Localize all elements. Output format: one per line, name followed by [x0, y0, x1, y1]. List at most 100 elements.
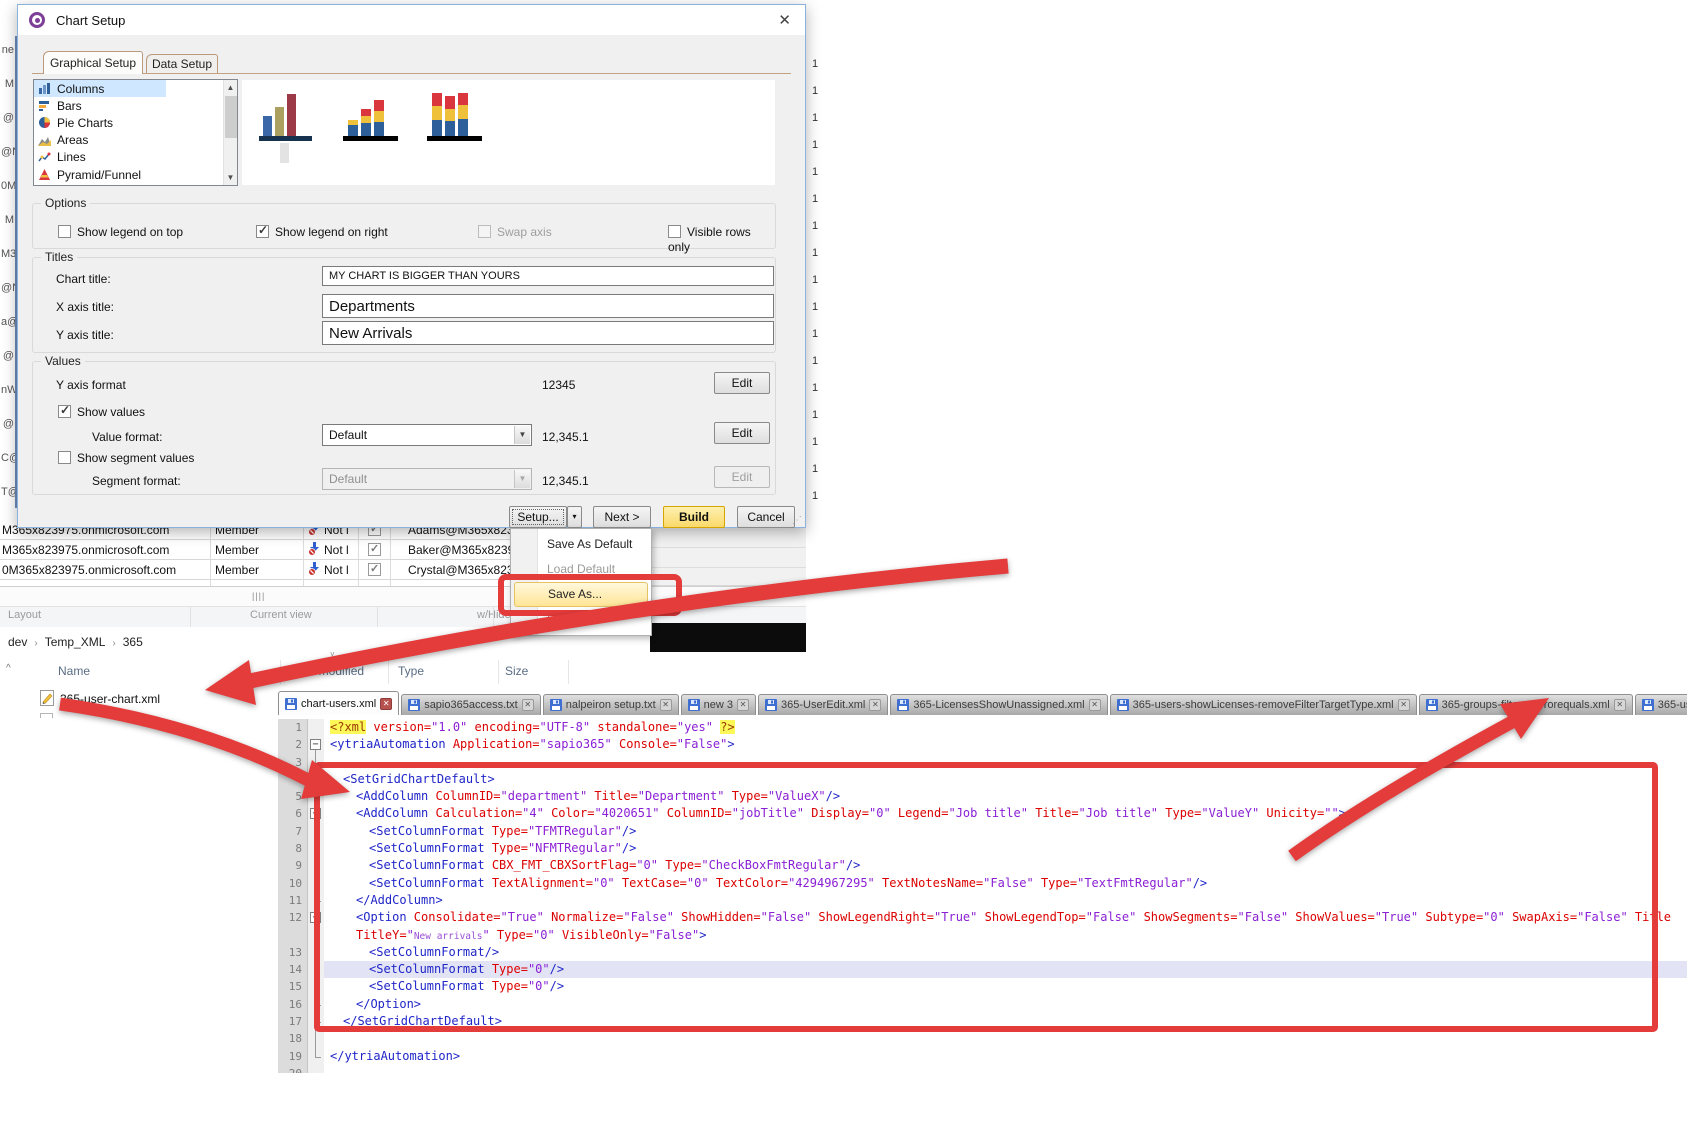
editor-tab-sapio365access-txt[interactable]: sapio365access.txt ✕ — [401, 694, 541, 715]
chevron-up-icon[interactable]: ^ — [6, 663, 11, 674]
code-token — [467, 720, 474, 734]
member-type: Member — [215, 543, 259, 557]
chart-type-item-bars[interactable]: Bars — [34, 97, 237, 114]
chart-type-item-areas[interactable]: Areas — [34, 132, 237, 149]
chart-preview-panel — [241, 79, 776, 186]
background-text-fragment: 1 — [812, 112, 818, 124]
close-tab-icon[interactable]: ✕ — [737, 699, 749, 711]
column-divider — [280, 660, 281, 684]
editor-tab-365-user-chart-xml[interactable]: 365-user-chart.xml✕ — [1635, 694, 1687, 715]
checkbox[interactable] — [58, 405, 71, 418]
pane-splitter[interactable]: |||| — [0, 586, 806, 607]
chart-type-item-columns[interactable]: Columns — [34, 80, 166, 97]
line-number: 4 — [278, 771, 308, 788]
chevron-down-icon: ▼ — [514, 470, 530, 488]
scroll-thumb[interactable] — [225, 96, 237, 138]
close-tab-icon[interactable]: ✕ — [660, 699, 672, 711]
code-line[interactable]: 19</ytriaAutomation> — [278, 1048, 1687, 1065]
chart-title-label: Chart title: — [56, 272, 111, 286]
option-visible-rows-only[interactable]: Visible rows only — [668, 224, 775, 240]
editor-tab-365-users-showlicenses-removefiltertargettype-xml[interactable]: 365-users-showLicenses-removeFilterTarge… — [1110, 694, 1417, 715]
chart-preview-columns[interactable] — [263, 90, 296, 136]
cancel-button[interactable]: Cancel — [737, 506, 795, 528]
chart-type-label: Bars — [57, 99, 82, 113]
x-axis-title-input[interactable] — [322, 294, 774, 318]
y-axis-title-label: Y axis title: — [56, 328, 114, 342]
scroll-up-icon[interactable]: ▲ — [224, 80, 237, 95]
show-segment-values-checkbox[interactable]: Show segment values — [58, 450, 194, 465]
code-token: "yes" — [677, 720, 713, 734]
file-name[interactable]: 365-user-chart.xml — [60, 692, 160, 706]
close-tab-icon[interactable]: ✕ — [869, 699, 881, 711]
option-show-legend-on-top[interactable]: Show legend on top — [58, 224, 183, 240]
show-values-checkbox[interactable]: Show values — [58, 404, 145, 419]
editor-tab-new-3[interactable]: new 3✕ — [681, 694, 756, 715]
chart-type-list[interactable]: Columns BarsPie ChartsAreasLinesPyramid/F… — [33, 79, 238, 186]
close-tab-icon[interactable]: ✕ — [380, 698, 392, 710]
column-header-size[interactable]: Size — [505, 664, 528, 678]
editor-tab-365-groups-filter-afterorequals-xml[interactable]: 365-groups-filter-afterorequals.xml✕ — [1419, 694, 1633, 715]
code-line[interactable]: 1<?xml version="1.0" encoding="UTF-8" st… — [278, 719, 1687, 736]
row-checkbox[interactable] — [368, 543, 381, 556]
editor-tab-chart-users-xml[interactable]: chart-users.xml✕ — [278, 691, 399, 715]
setup-dropdown-arrow[interactable]: ▾ — [567, 506, 582, 528]
tab-data-setup[interactable]: Data Setup — [146, 54, 218, 74]
checkbox[interactable] — [58, 451, 71, 464]
file-row[interactable]: 365-user-chart.xml — [0, 687, 280, 713]
code-line[interactable]: 20 — [278, 1065, 1687, 1073]
checkbox[interactable] — [256, 225, 269, 238]
close-tab-icon[interactable]: ✕ — [1614, 699, 1626, 711]
fold-box-icon[interactable]: − — [310, 739, 321, 750]
editor-tab-nalpeiron-setup-txt[interactable]: nalpeiron setup.txt✕ — [543, 694, 679, 715]
chart-title-input[interactable] — [322, 266, 774, 286]
tab-label: sapio365access.txt — [424, 699, 518, 711]
chart-type-item-lines[interactable]: Lines — [34, 149, 237, 166]
value-format-combobox[interactable]: Default▼ — [322, 424, 532, 446]
breadcrumb-item-365[interactable]: 365 — [121, 635, 145, 649]
close-icon[interactable]: ✕ — [778, 11, 791, 29]
close-tab-icon[interactable]: ✕ — [1089, 699, 1101, 711]
chart-type-item-pie-charts[interactable]: Pie Charts — [34, 114, 237, 131]
editor-tab-365-licensesshowunassigned-xml[interactable]: 365-LicensesShowUnassigned.xml✕ — [890, 694, 1107, 715]
breadcrumb-item-dev[interactable]: dev — [6, 635, 29, 649]
tab-graphical-setup[interactable]: Graphical Setup — [43, 51, 143, 74]
column-header-date-modified[interactable]: Date modified — [290, 664, 364, 678]
checkbox[interactable] — [58, 225, 71, 238]
setup-button[interactable]: Setup... — [509, 506, 567, 528]
close-tab-icon[interactable]: ✕ — [522, 699, 534, 711]
next-button[interactable]: Next > — [593, 506, 651, 528]
dialog-titlebar[interactable]: Chart Setup ✕ — [18, 5, 805, 35]
build-button[interactable]: Build — [663, 506, 725, 528]
chevron-down-icon[interactable]: ▼ — [514, 426, 530, 444]
background-text-fragment: 1 — [812, 193, 818, 205]
checkbox[interactable] — [668, 225, 681, 238]
option-swap-axis[interactable]: Swap axis — [478, 224, 552, 240]
edit-value-format-button[interactable]: Edit — [714, 422, 770, 444]
chart-preview-stacked[interactable] — [348, 100, 384, 136]
background-text-fragment: 1 — [812, 301, 818, 313]
column-header-name[interactable]: Name — [58, 664, 90, 678]
row-checkbox[interactable] — [368, 563, 381, 576]
menu-item-save-as-default[interactable]: Save As Default — [511, 532, 651, 557]
close-tab-icon[interactable]: ✕ — [1398, 699, 1410, 711]
file-icon-partial — [40, 713, 53, 718]
option-show-legend-on-right[interactable]: Show legend on right — [256, 224, 388, 240]
line-number: 8 — [278, 840, 308, 857]
edit-y-axis-format-button[interactable]: Edit — [714, 372, 770, 394]
tab-underline — [32, 73, 791, 74]
scroll-down-icon[interactable]: ▼ — [224, 170, 237, 185]
resize-grip[interactable]: ⋰ — [792, 515, 802, 526]
column-divider — [388, 660, 389, 684]
editor-tab-365-useredit-xml[interactable]: 365-UserEdit.xml✕ — [758, 694, 888, 715]
column-header-type[interactable]: Type — [398, 664, 424, 678]
code-line[interactable]: 18 — [278, 1030, 1687, 1047]
edit-segment-format-button: Edit — [714, 466, 770, 488]
fold-marker[interactable]: − — [308, 736, 324, 753]
splitter-handle[interactable]: |||| — [252, 591, 265, 601]
chart-type-item-pyramid-funnel[interactable]: Pyramid/Funnel — [34, 166, 237, 183]
scrollbar[interactable]: ▲ ▼ — [223, 80, 237, 185]
breadcrumb-item-temp-xml[interactable]: Temp_XML — [43, 635, 108, 649]
y-axis-title-input[interactable] — [322, 321, 774, 345]
code-line[interactable]: 2−<ytriaAutomation Application="sapio365… — [278, 736, 1687, 753]
chart-preview-stacked-full[interactable] — [432, 92, 468, 136]
